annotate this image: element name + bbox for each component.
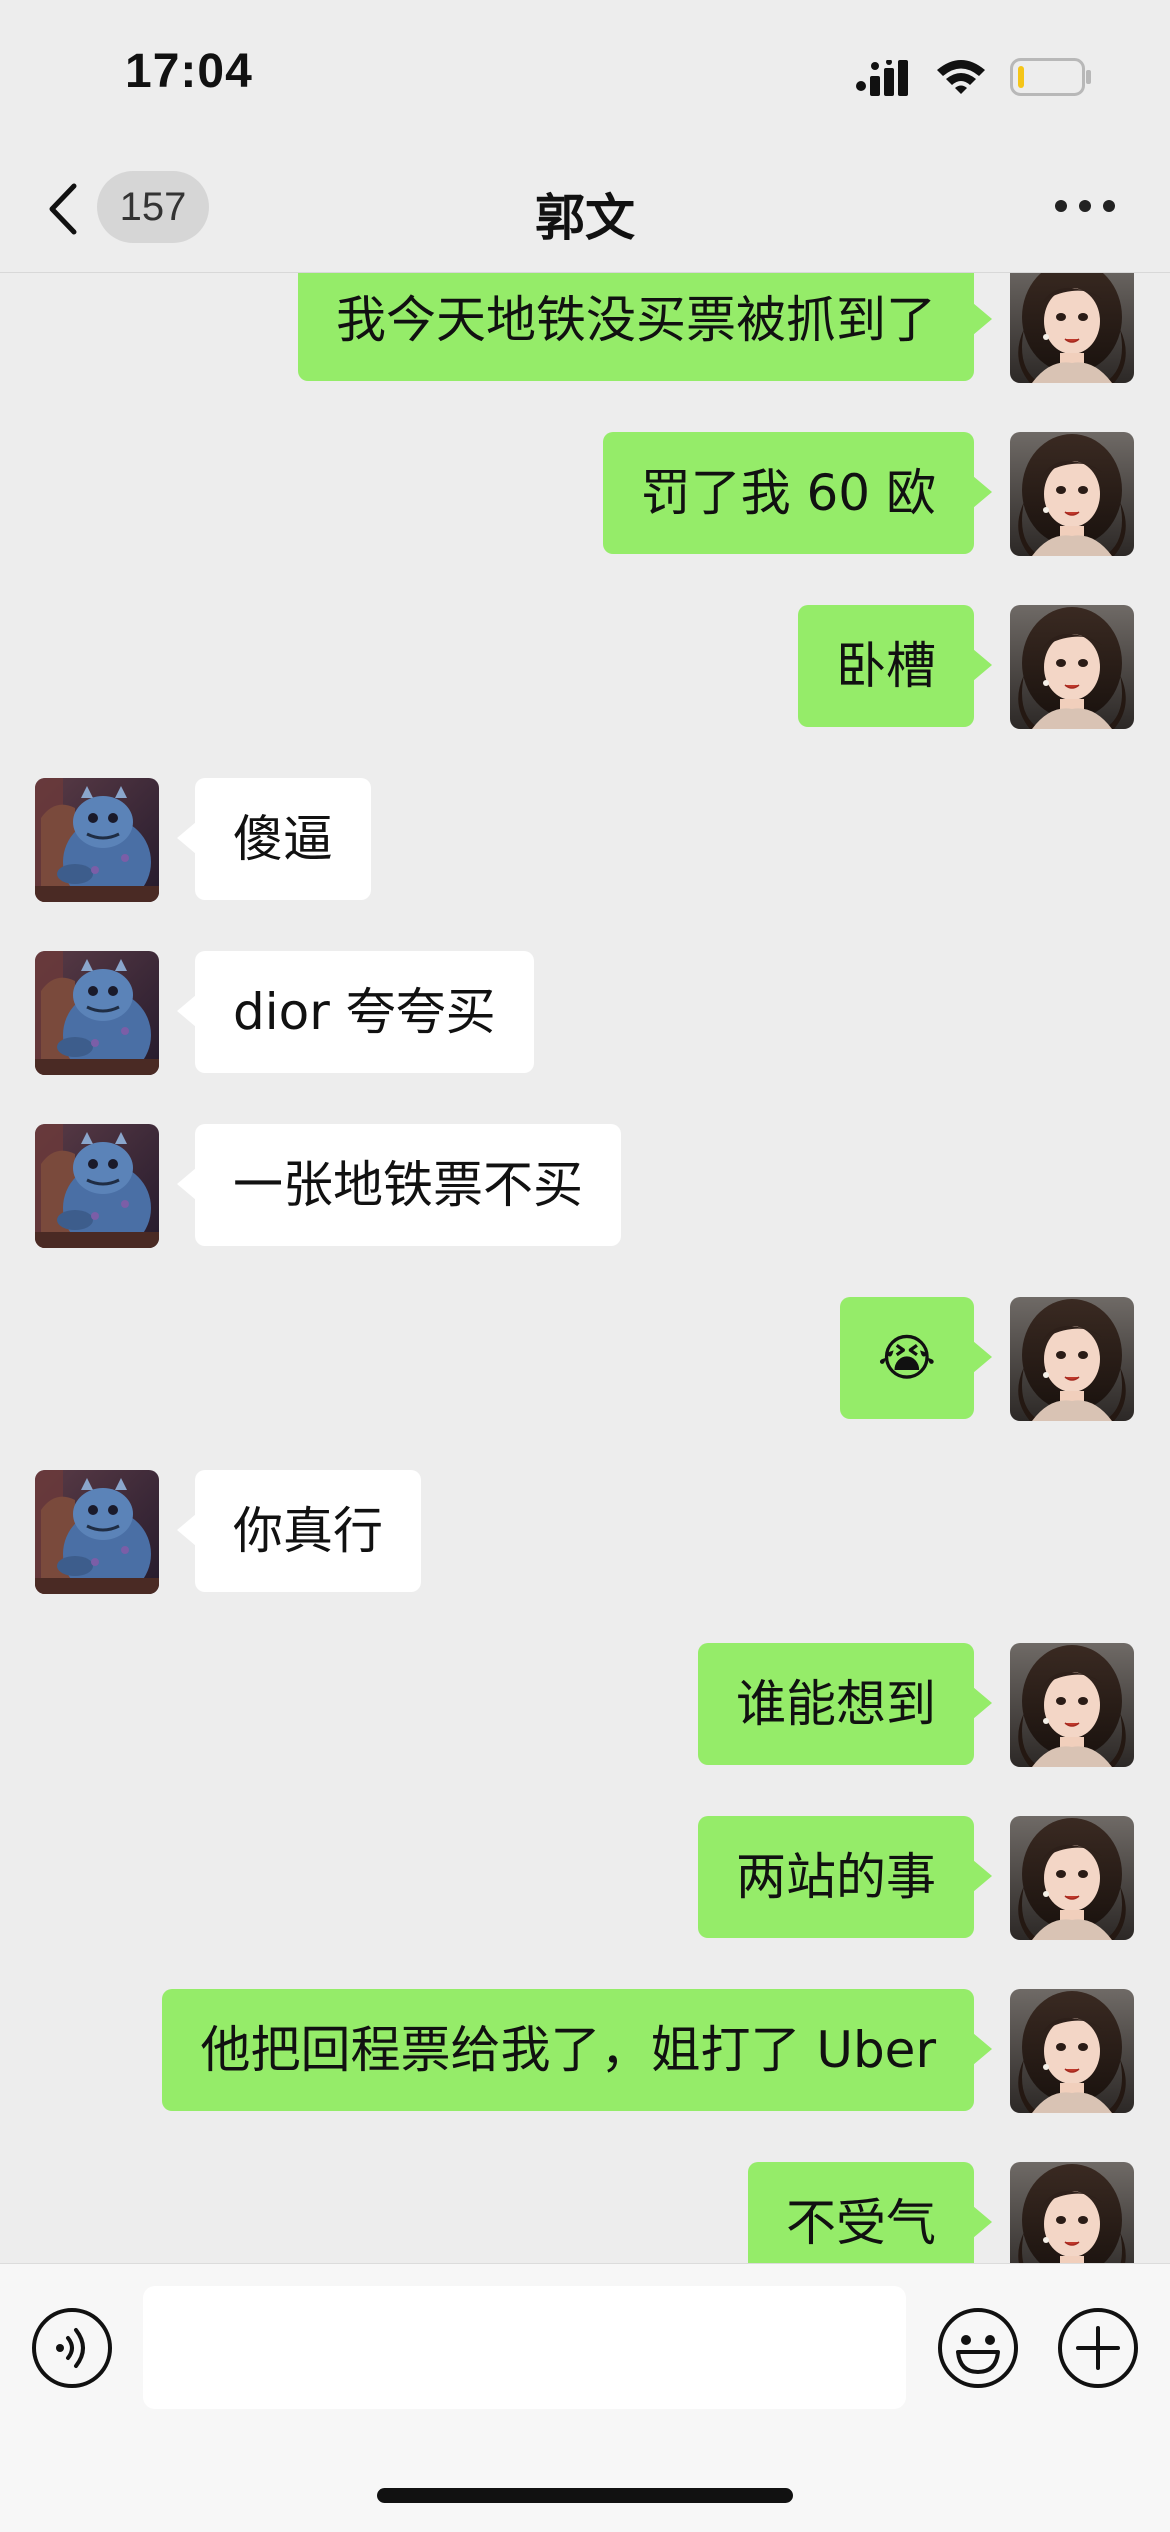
message-bubble[interactable]: dior 夸夸买 bbox=[177, 951, 534, 1073]
message-bubble[interactable]: 傻逼 bbox=[177, 778, 371, 900]
message-row: 😭 bbox=[0, 1297, 1170, 1421]
message-row: 两站的事 bbox=[0, 1816, 1170, 1940]
voice-icon[interactable] bbox=[30, 2306, 114, 2390]
message-list[interactable]: 我今天地铁没买票被抓到了罚了我 60 欧卧槽傻逼 dior 夸夸买 一张地铁票不买 😭… bbox=[0, 273, 1170, 2263]
message-row: 我今天地铁没买票被抓到了 bbox=[0, 273, 1170, 383]
message-bubble[interactable]: 一张地铁票不买 bbox=[177, 1124, 621, 1246]
message-bubble[interactable]: 不受气 bbox=[748, 2162, 992, 2263]
message-row: dior 夸夸买 bbox=[0, 951, 1170, 1075]
contact-avatar[interactable] bbox=[35, 778, 159, 902]
home-indicator[interactable] bbox=[377, 2488, 793, 2503]
message-bubble[interactable]: 他把回程票给我了，姐打了 Uber bbox=[162, 1989, 992, 2111]
message-bubble[interactable]: 你真行 bbox=[177, 1470, 421, 1592]
message-bubble[interactable]: 谁能想到 bbox=[698, 1643, 992, 1765]
status-time: 17:04 bbox=[125, 45, 253, 98]
cellular-signal-icon bbox=[856, 60, 908, 96]
message-row: 他把回程票给我了，姐打了 Uber bbox=[0, 1989, 1170, 2113]
battery-icon bbox=[1010, 58, 1091, 96]
my-avatar[interactable] bbox=[1010, 1643, 1134, 1767]
message-row: 你真行 bbox=[0, 1470, 1170, 1594]
more-dots-icon[interactable] bbox=[1055, 200, 1115, 214]
my-avatar[interactable] bbox=[1010, 1816, 1134, 1940]
chat-header: 157 郭文 bbox=[0, 150, 1170, 273]
message-row: 不受气 bbox=[0, 2162, 1170, 2263]
my-avatar[interactable] bbox=[1010, 1297, 1134, 1421]
my-avatar[interactable] bbox=[1010, 273, 1134, 383]
chat-screen: 17:04 157 郭文 我今天地铁没买票被抓到了 罚了我 60 欧 卧槽 傻逼… bbox=[0, 0, 1170, 2532]
plus-icon[interactable] bbox=[1056, 2306, 1140, 2390]
my-avatar[interactable] bbox=[1010, 432, 1134, 556]
chat-title: 郭文 bbox=[535, 189, 635, 247]
message-bubble[interactable]: 两站的事 bbox=[698, 1816, 992, 1938]
my-avatar[interactable] bbox=[1010, 605, 1134, 729]
message-bubble[interactable]: 我今天地铁没买票被抓到了 bbox=[298, 273, 992, 381]
message-row: 罚了我 60 欧 bbox=[0, 432, 1170, 556]
message-input[interactable] bbox=[143, 2286, 906, 2409]
wifi-icon bbox=[937, 60, 985, 94]
message-row: 卧槽 bbox=[0, 605, 1170, 729]
contact-avatar[interactable] bbox=[35, 951, 159, 1075]
message-bubble[interactable]: 罚了我 60 欧 bbox=[602, 432, 993, 554]
my-avatar[interactable] bbox=[1010, 1989, 1134, 2113]
contact-avatar[interactable] bbox=[35, 1124, 159, 1248]
message-bubble[interactable]: 😭 bbox=[839, 1297, 993, 1419]
status-bar: 17:04 bbox=[0, 0, 1170, 150]
contact-avatar[interactable] bbox=[35, 1470, 159, 1594]
my-avatar[interactable] bbox=[1010, 2162, 1134, 2263]
message-row: 谁能想到 bbox=[0, 1643, 1170, 1767]
message-row: 一张地铁票不买 bbox=[0, 1124, 1170, 1248]
message-bubble[interactable]: 卧槽 bbox=[798, 605, 992, 727]
message-row: 傻逼 bbox=[0, 778, 1170, 902]
emoji-icon[interactable] bbox=[936, 2306, 1020, 2390]
